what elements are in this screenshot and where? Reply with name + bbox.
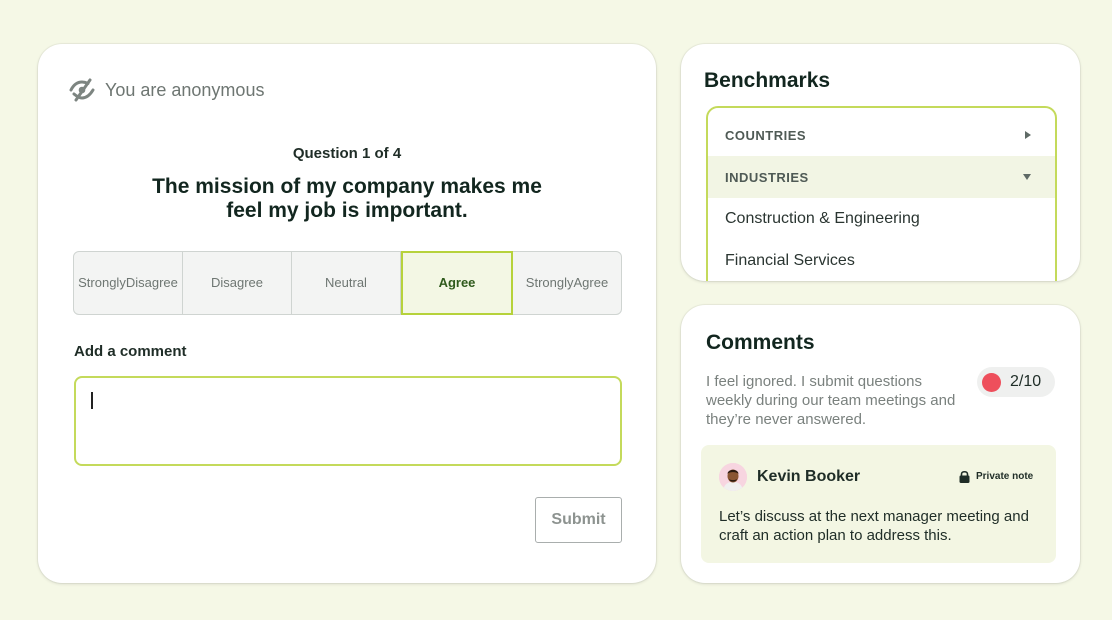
private-note: Kevin Booker Private note Let’s discuss … [701, 445, 1056, 563]
industry-item[interactable]: Construction & Engineering [708, 198, 1055, 240]
score-dot [982, 372, 1001, 392]
comments-card: Comments I feel ignored. I submit questi… [681, 305, 1080, 583]
note-author: Kevin Booker [757, 468, 861, 485]
employee-comment: I feel ignored. I submit questions weekl… [706, 373, 956, 428]
option-strongly-agree[interactable]: Strongly Agree [513, 252, 621, 314]
anonymous-label: You are anonymous [105, 79, 265, 100]
industry-item[interactable]: Financial Services [708, 240, 1055, 281]
survey-card: You are anonymous Question 1 of 4 The mi… [38, 44, 656, 583]
score-badge: 2/10 [977, 367, 1055, 397]
text-caret [91, 392, 93, 409]
private-indicator: Private note [959, 470, 1033, 483]
private-label: Private note [976, 471, 1034, 482]
caret-right-icon [1025, 131, 1031, 139]
option-strongly-disagree[interactable]: Strongly Disagree [74, 252, 183, 314]
category-label: INDUSTRIES [725, 169, 809, 185]
category-label: COUNTRIES [725, 127, 807, 143]
score-value: 2/10 [1010, 373, 1042, 390]
benchmarks-title: Benchmarks [704, 69, 831, 92]
option-neutral[interactable]: Neutral [292, 252, 401, 314]
anonymous-indicator: You are anonymous [69, 78, 264, 102]
avatar [719, 463, 747, 491]
caret-down-icon [1023, 174, 1031, 180]
submit-button[interactable]: Submit [535, 497, 622, 543]
comment-label: Add a comment [74, 343, 187, 360]
benchmarks-list: COUNTRIES INDUSTRIES Construction & Engi… [706, 106, 1057, 281]
question-counter: Question 1 of 4 [292, 145, 402, 162]
note-body: Let’s discuss at the next manager meetin… [719, 508, 1029, 544]
question-text: The mission of my company makes me feel … [152, 175, 542, 222]
avatar-portrait-icon [719, 463, 747, 491]
likert-scale: Strongly Disagree Disagree Neutral Agree … [73, 251, 622, 315]
anonymous-eye-off-icon [69, 78, 95, 102]
category-industries[interactable]: INDUSTRIES [708, 156, 1055, 198]
benchmarks-card: Benchmarks COUNTRIES INDUSTRIES Construc… [681, 44, 1080, 281]
option-disagree[interactable]: Disagree [183, 252, 292, 314]
category-countries[interactable]: COUNTRIES [708, 114, 1055, 156]
lock-icon [959, 470, 970, 483]
option-agree[interactable]: Agree [401, 251, 513, 315]
comment-input[interactable] [74, 376, 622, 466]
comments-title: Comments [706, 331, 815, 354]
